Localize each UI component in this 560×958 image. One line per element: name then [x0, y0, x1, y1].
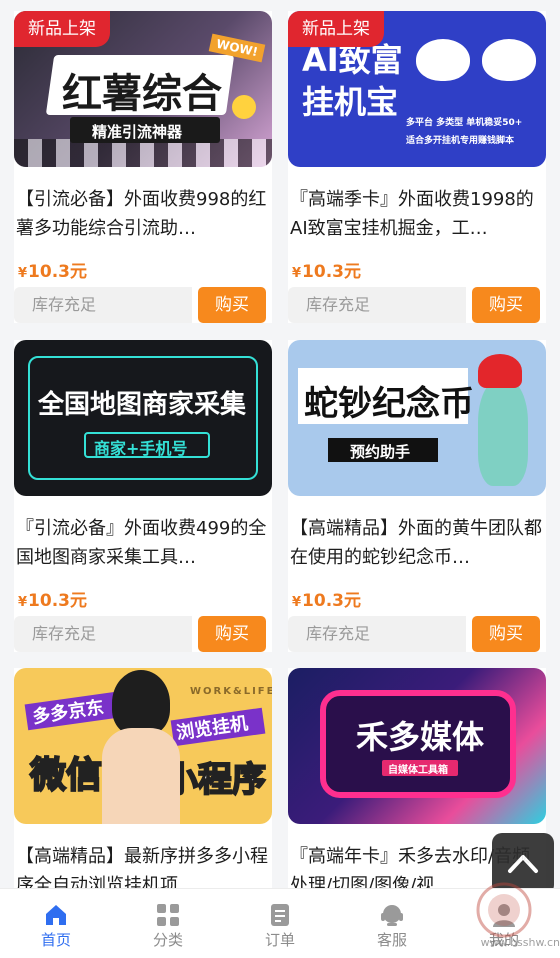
currency-symbol: ¥ — [18, 266, 28, 281]
buy-button[interactable]: 购买 — [198, 616, 266, 652]
thumb-line1: 红薯综合 — [62, 71, 222, 117]
product-title[interactable]: 【引流必备】外面收费998的红薯多功能综合引流助… — [16, 185, 272, 243]
thumb-line2: 精准引流神器 — [92, 123, 183, 141]
product-thumbnail[interactable]: 全国地图商家采集 商家+手机号 — [14, 340, 272, 496]
stock-status: 库存充足 — [14, 616, 192, 652]
new-badge: 新品上架 — [14, 11, 110, 47]
tab-service[interactable]: 客服 — [336, 889, 448, 958]
price-value: 10.3元 — [302, 262, 361, 282]
thumb-line2: 商家+手机号 — [94, 439, 188, 458]
tab-home[interactable]: 首页 — [0, 889, 112, 958]
price-value: 10.3元 — [302, 591, 361, 611]
product-card[interactable]: 多多京东 浏览挂机 微信 小程序 WORK&LIFE 【高端精品】最新序拼多多小… — [14, 668, 272, 896]
product-price: ¥10.3元 — [18, 257, 87, 282]
currency-symbol: ¥ — [292, 266, 302, 281]
product-title[interactable]: 『引流必备』外面收费499的全国地图商家采集工具… — [16, 514, 272, 572]
thumb-sub1: 多平台 多类型 单机稳妥50+ — [406, 118, 523, 128]
thumb-line1: 多多京东 — [31, 697, 106, 728]
grid-icon — [157, 904, 179, 926]
headset-icon — [381, 905, 403, 926]
price-value: 10.3元 — [28, 591, 87, 611]
product-price: ¥10.3元 — [292, 257, 361, 282]
thumb-line2: 浏览挂机 — [175, 713, 250, 744]
new-badge: 新品上架 — [288, 11, 384, 47]
product-card[interactable]: 全国地图商家采集 商家+手机号 『引流必备』外面收费499的全国地图商家采集工具… — [14, 340, 272, 652]
tab-label: 订单 — [264, 931, 295, 949]
tab-label: 分类 — [152, 931, 183, 949]
thumb-sub2: 适合多开挂机专用赚钱脚本 — [406, 136, 515, 146]
watermark-text: www.bsshw.cn — [480, 936, 560, 949]
home-icon — [46, 905, 66, 925]
stock-status: 库存充足 — [14, 287, 192, 323]
product-card[interactable]: 红薯综合 精准引流神器 WOW! 新品上架 【引流必备】外面收费998的红薯多功… — [14, 11, 272, 323]
buy-button[interactable]: 购买 — [198, 287, 266, 323]
stock-status: 库存充足 — [288, 287, 466, 323]
tab-category[interactable]: 分类 — [112, 889, 224, 958]
checker-strip — [14, 139, 272, 167]
watermark: www.bsshw.cn — [456, 880, 560, 956]
product-price: ¥10.3元 — [292, 586, 361, 611]
tab-label: 客服 — [376, 931, 407, 949]
product-thumbnail[interactable]: 多多京东 浏览挂机 微信 小程序 WORK&LIFE — [14, 668, 272, 824]
piggy-bank-icon — [482, 39, 536, 81]
piggy-bank-icon — [416, 39, 470, 81]
thumb-line1: 禾多媒体 — [356, 718, 485, 756]
currency-symbol: ¥ — [18, 595, 28, 610]
smiley-icon — [232, 95, 256, 119]
snake-mascot-icon — [478, 380, 528, 486]
tab-label: 首页 — [40, 931, 71, 949]
buy-button[interactable]: 购买 — [472, 287, 540, 323]
thumb-line2: 自媒体工具箱 — [388, 765, 448, 776]
tab-orders[interactable]: 订单 — [224, 889, 336, 958]
product-card[interactable]: AI致富 挂机宝 多平台 多类型 单机稳妥50+ 适合多开挂机专用赚钱脚本 新品… — [288, 11, 546, 323]
product-thumbnail[interactable]: 蛇钞纪念币 预约助手 — [288, 340, 546, 496]
thumb-line1: 蛇钞纪念币 — [304, 384, 474, 424]
watermark-seal-icon — [476, 882, 532, 938]
price-value: 10.3元 — [28, 262, 87, 282]
product-title[interactable]: 【高端精品】外面的黄牛团队都在使用的蛇钞纪念币… — [290, 514, 546, 572]
thumb-line2: 挂机宝 — [302, 83, 399, 121]
santa-hat-icon — [478, 354, 522, 388]
thumb-line1: 全国地图商家采集 — [38, 390, 247, 420]
product-thumbnail[interactable]: 禾多媒体 自媒体工具箱 — [288, 668, 546, 824]
stock-status: 库存充足 — [288, 616, 466, 652]
cartoon-body — [102, 728, 180, 824]
product-title[interactable]: 『高端季卡』外面收费1998的AI致富宝挂机掘金，工… — [290, 185, 546, 243]
product-card[interactable]: 蛇钞纪念币 预约助手 【高端精品】外面的黄牛团队都在使用的蛇钞纪念币… ¥10.… — [288, 340, 546, 652]
currency-symbol: ¥ — [292, 595, 302, 610]
order-icon — [271, 904, 289, 926]
thumb-line3: 微信 — [29, 754, 103, 797]
cartoon-person-icon — [112, 670, 170, 736]
work-life-tag: WORK&LIFE — [190, 686, 272, 697]
product-price: ¥10.3元 — [18, 586, 87, 611]
buy-button[interactable]: 购买 — [472, 616, 540, 652]
thumb-line2: 预约助手 — [350, 443, 411, 461]
